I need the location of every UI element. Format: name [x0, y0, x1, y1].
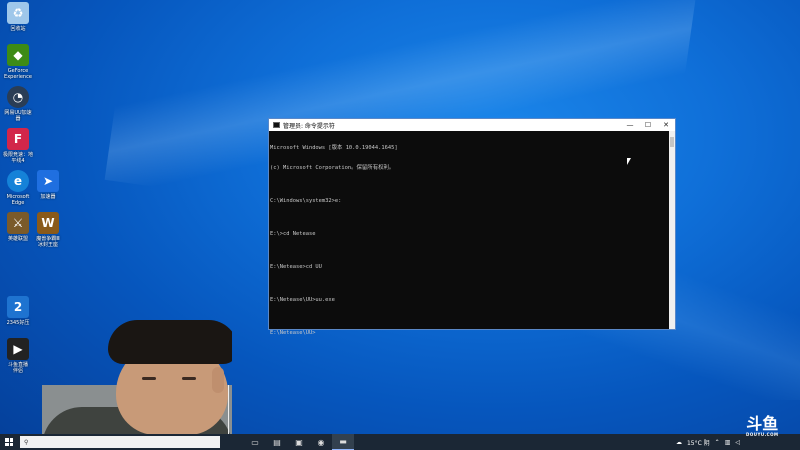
console-line: E:\Netease\UU>uu.exe [270, 296, 335, 303]
desktop-icon-recycle-bin[interactable]: ♻ 回收站 [0, 2, 36, 32]
console-line: C:\Windows\system32>e: [270, 197, 342, 204]
tray-chevron-icon[interactable]: ⌃ [715, 439, 720, 446]
watermark-url: DOUYU.COM [746, 432, 779, 437]
store-icon[interactable]: ▣ [288, 434, 310, 450]
streamer-hair [108, 320, 232, 364]
desktop-icon-compressor[interactable]: 2 2345好压 [0, 296, 36, 326]
lol-icon: ⚔ [7, 212, 29, 234]
volume-icon[interactable]: ◁ [735, 439, 740, 446]
cmd-window[interactable]: 管理员: 命令提示符 — ☐ ✕ Microsoft Windows [版本 1… [268, 118, 676, 336]
weather-text[interactable]: 15°C 阴 [687, 438, 710, 447]
earphone-wire [228, 385, 229, 435]
desktop-icon-uu-booster[interactable]: ◔ 网易UU加速 器 [0, 86, 36, 122]
console-line: E:\Netease\UU> [270, 329, 316, 336]
obs-icon: ▶ [7, 338, 29, 360]
console-scrollbar[interactable] [669, 131, 675, 329]
edge-icon: e [7, 170, 29, 192]
warcraft-icon: W [37, 212, 59, 234]
console-line: E:\Netease>cd UU [270, 263, 322, 270]
network-icon[interactable]: ▥ [725, 439, 731, 446]
cmd-taskbar-icon[interactable]: ▬ [332, 434, 354, 450]
desktop-icon-warcraft[interactable]: W 魔兽争霸Ⅲ 冰封王座 [30, 212, 66, 248]
search-icon: ⚲ [24, 438, 29, 446]
console-line: Microsoft Windows [版本 10.0.19044.1645] [270, 145, 398, 152]
streamer-ear [212, 367, 224, 393]
start-button[interactable] [0, 434, 18, 450]
windows-logo-icon [5, 438, 13, 446]
taskbar: ⚲ ▭ ▤ ▣ ◉ ▬ ☁ 15°C 阴 ⌃ ▥ ◁ [0, 434, 800, 450]
close-button[interactable]: ✕ [657, 121, 675, 129]
streamer-eye-left [142, 377, 156, 380]
nvidia-icon: ◆ [7, 44, 29, 66]
streamer-eye-right [182, 377, 196, 380]
booster-icon: ➤ [37, 170, 59, 192]
webcam-overlay [42, 315, 232, 435]
desktop-icon-geforce[interactable]: ◆ GeForce Experience [0, 44, 36, 80]
task-view-icon[interactable]: ▭ [244, 434, 266, 450]
file-explorer-icon[interactable]: ▤ [266, 434, 288, 450]
cmd-window-title: 管理员: 命令提示符 [283, 122, 335, 130]
cmd-titlebar[interactable]: 管理员: 命令提示符 — ☐ ✕ [269, 119, 675, 131]
minimize-button[interactable]: — [621, 121, 639, 129]
console-line: E:\>cd Netease [270, 230, 316, 237]
recycle-bin-icon: ♻ [7, 2, 29, 24]
taskbar-search-box[interactable]: ⚲ [20, 436, 220, 448]
scrollbar-thumb[interactable] [670, 137, 674, 147]
mouse-pointer-icon [627, 158, 631, 165]
console-output[interactable]: Microsoft Windows [版本 10.0.19044.1645] (… [269, 131, 669, 336]
desktop-icon-booster[interactable]: ➤ 加速器 [30, 170, 66, 200]
compressor-icon: 2 [7, 296, 29, 318]
console-line: (c) Microsoft Corporation。保留所有权利。 [270, 164, 395, 171]
watermark-logo: 斗鱼 [746, 414, 779, 433]
weather-icon[interactable]: ☁ [676, 439, 682, 446]
cmd-app-icon [273, 122, 280, 128]
desktop-icon-forza[interactable]: F 极限竞速：地 平线4 [0, 128, 36, 164]
douyu-watermark: 斗鱼 DOUYU.COM [746, 414, 779, 438]
uu-booster-icon: ◔ [7, 86, 29, 108]
network-app-icon[interactable]: ◉ [310, 434, 332, 450]
desktop-icon-douyu-companion[interactable]: ▶ 斗鱼直播 伴侣 [0, 338, 36, 374]
forza-icon: F [7, 128, 29, 150]
maximize-button[interactable]: ☐ [639, 121, 657, 129]
